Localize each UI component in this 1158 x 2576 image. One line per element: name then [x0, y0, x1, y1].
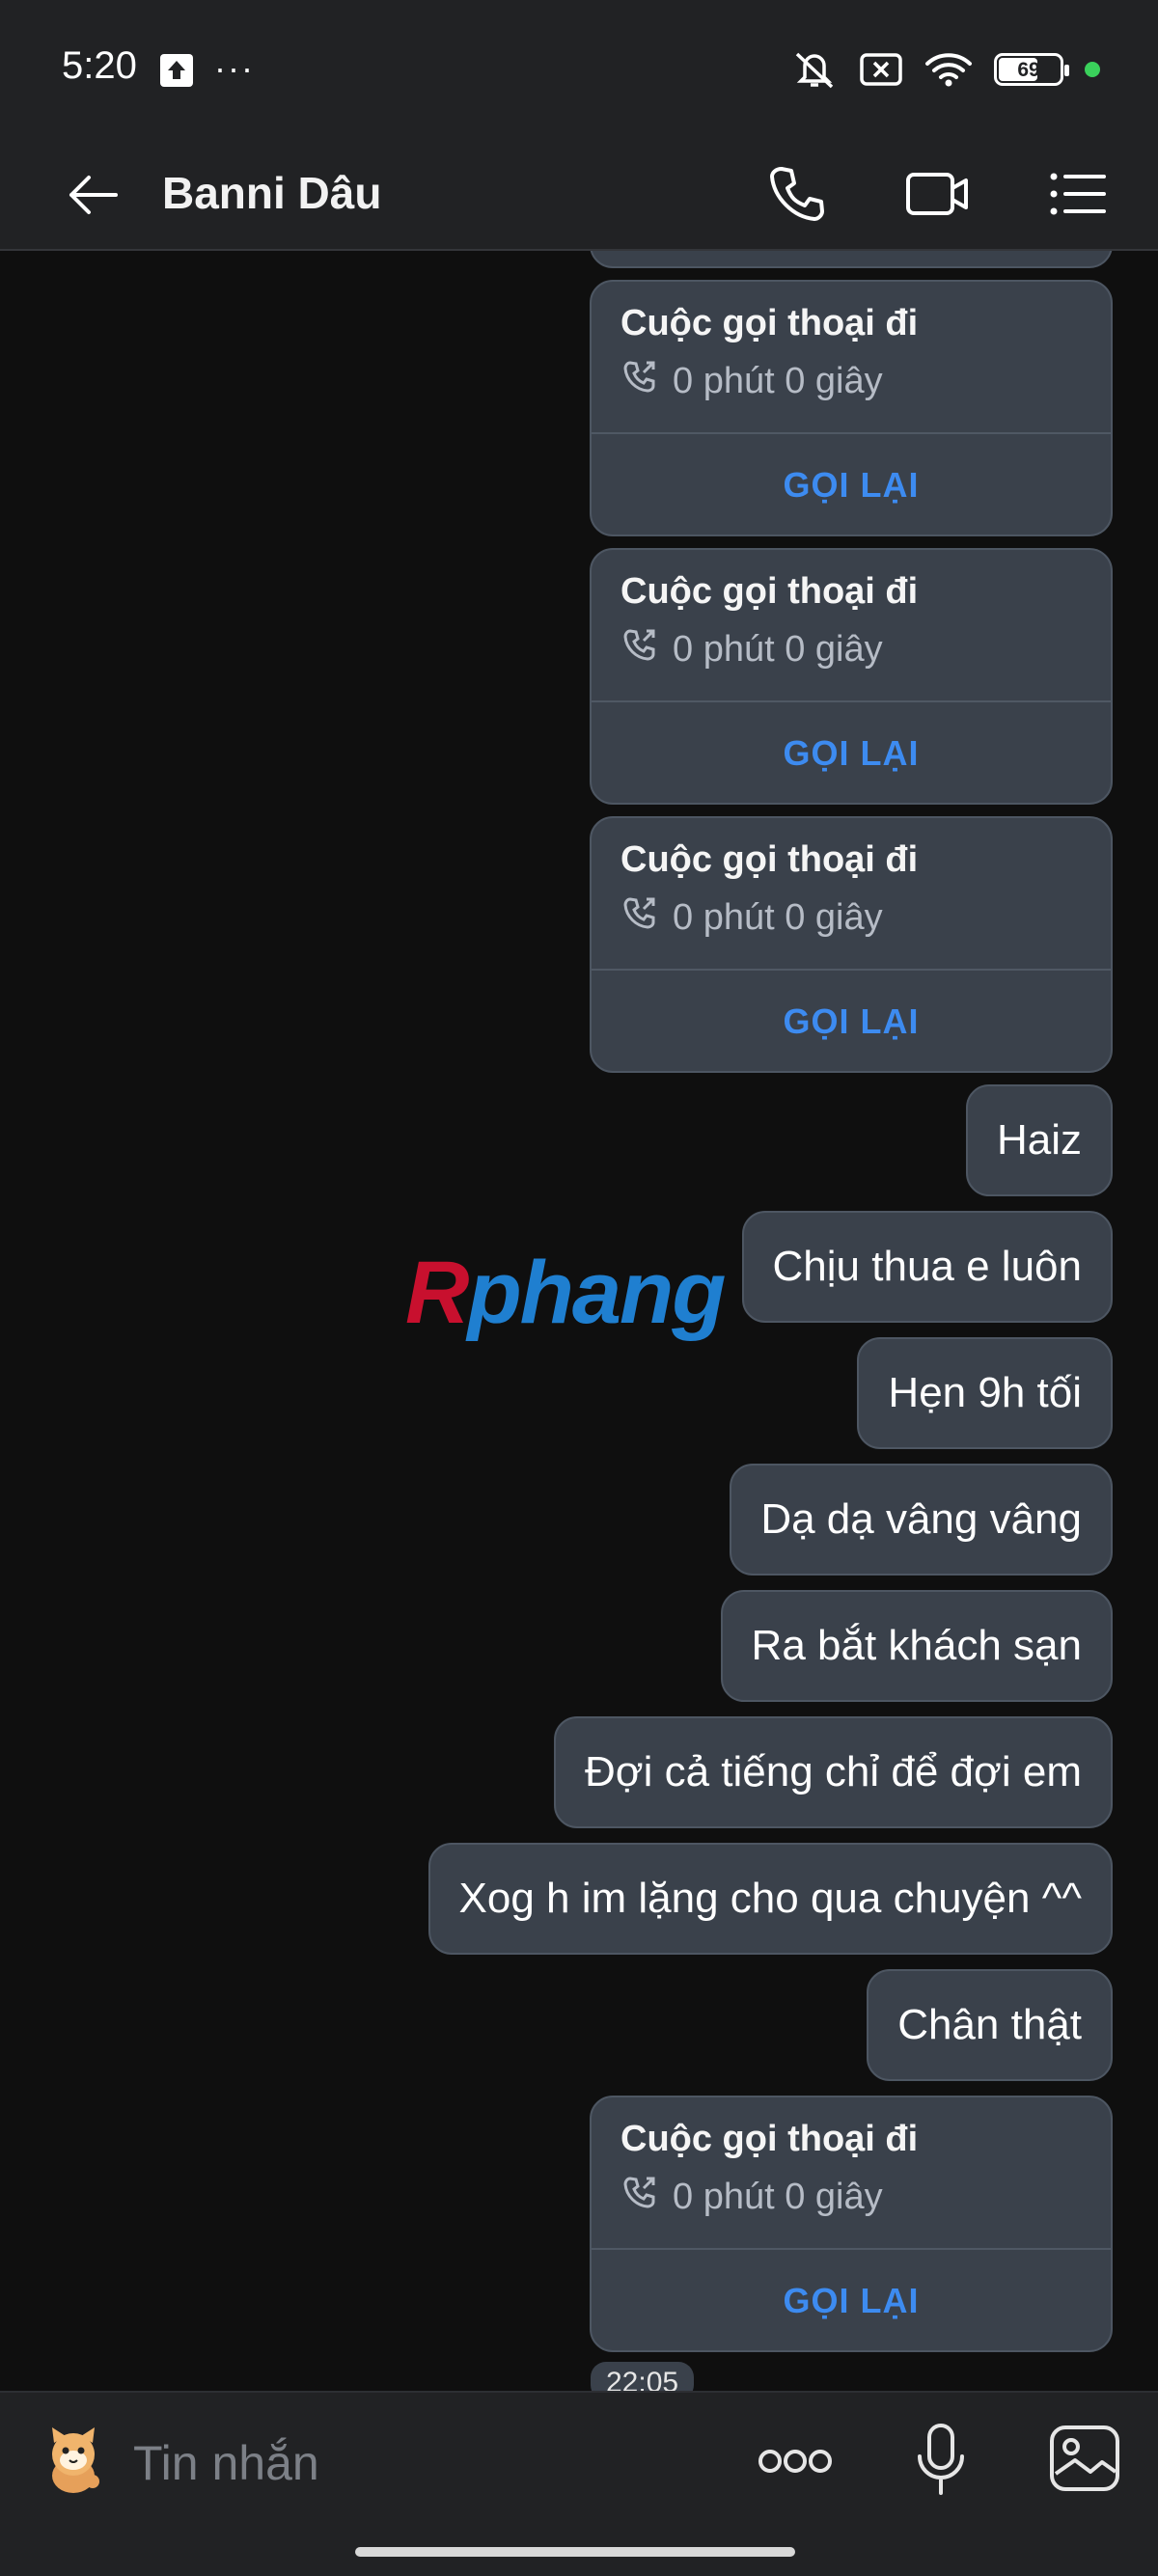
message-input[interactable]: Tin nhắn	[133, 2429, 319, 2497]
message-bubble[interactable]: Dạ dạ vâng vâng	[730, 1464, 1113, 1576]
message-input-bar: Tin nhắn	[0, 2391, 1158, 2576]
call-card-title: Cuộc gọi thoại đi	[620, 571, 919, 612]
sticker-icon[interactable]	[35, 2422, 112, 2499]
menu-list-icon[interactable]	[1042, 159, 1112, 229]
contact-name[interactable]: Banni Dâu	[162, 159, 381, 227]
message-bubble[interactable]: Chân thật	[867, 1969, 1113, 2081]
back-arrow-icon[interactable]	[60, 161, 127, 229]
call-back-button[interactable]: GỌI LẠI	[592, 971, 1111, 1073]
watermark-text: phang	[467, 1244, 726, 1342]
message-list[interactable]: Cuộc gọi thoại đi 0 phút 0 giây GỌI LẠI …	[0, 251, 1158, 2391]
call-card-duration-row: 0 phút 0 giây	[620, 893, 883, 942]
message-bubble[interactable]: Ra bắt khách sạn	[720, 1590, 1113, 1702]
call-card-duration: 0 phút 0 giây	[673, 2176, 883, 2217]
call-back-button[interactable]: GỌI LẠI	[592, 434, 1111, 536]
call-card-title: Cuộc gọi thoại đi	[620, 303, 919, 343]
call-card-title: Cuộc gọi thoại đi	[620, 839, 919, 880]
call-card-duration-row: 0 phút 0 giây	[620, 2173, 883, 2221]
watermark-letter-r: R	[405, 1244, 469, 1342]
message-bubble[interactable]: Chịu thua e luôn	[741, 1211, 1113, 1323]
vibrate-off-icon	[791, 48, 838, 91]
outgoing-call-icon	[620, 357, 659, 405]
call-card-duration-row: 0 phút 0 giây	[620, 625, 883, 673]
status-time: 5:20	[62, 44, 137, 87]
status-overflow: ···	[214, 48, 255, 88]
call-card: Cuộc gọi thoại đi 0 phút 0 giây GỌI LẠI	[590, 548, 1113, 805]
message-timestamp: 22:05	[591, 2362, 695, 2391]
call-card-duration: 0 phút 0 giây	[673, 360, 883, 401]
image-gallery-icon[interactable]	[1048, 2422, 1121, 2495]
status-bar: 5:20 ··· 69	[0, 0, 1158, 140]
home-indicator[interactable]	[355, 2547, 795, 2557]
message-bubble[interactable]: Xog h im lặng cho qua chuyện ^^	[427, 1843, 1113, 1955]
call-card: Cuộc gọi thoại đi 0 phút 0 giây GỌI LẠI	[590, 2096, 1113, 2352]
battery-percent: 69	[1017, 59, 1040, 81]
upload-notification-icon	[160, 54, 193, 87]
call-card-duration: 0 phút 0 giây	[673, 896, 883, 938]
outgoing-call-icon	[620, 625, 659, 673]
call-card: Cuộc gọi thoại đi 0 phút 0 giây GỌI LẠI	[590, 816, 1113, 1073]
call-card-title: Cuộc gọi thoại đi	[620, 2119, 919, 2159]
outgoing-call-icon	[620, 893, 659, 942]
privacy-indicator-dot	[1085, 62, 1100, 77]
call-card-duration-row: 0 phút 0 giây	[620, 357, 883, 405]
more-options-icon[interactable]	[755, 2427, 836, 2495]
message-bubble[interactable]: Hẹn 9h tối	[857, 1337, 1113, 1449]
call-card-duration: 0 phút 0 giây	[673, 628, 883, 670]
message-bubble[interactable]: Haiz	[965, 1084, 1113, 1196]
no-sim-icon	[859, 50, 903, 89]
wifi-icon	[924, 50, 973, 89]
chat-header: Banni Dâu	[0, 140, 1158, 251]
phone-icon[interactable]	[762, 159, 832, 229]
call-card-partial	[590, 251, 1113, 268]
battery-icon: 69	[994, 53, 1069, 86]
call-card: Cuộc gọi thoại đi 0 phút 0 giây GỌI LẠI	[590, 280, 1113, 536]
call-back-button[interactable]: GỌI LẠI	[592, 2250, 1111, 2352]
microphone-icon[interactable]	[911, 2420, 971, 2501]
message-bubble[interactable]: Đợi cả tiếng chỉ để đợi em	[553, 1716, 1113, 1828]
call-back-button[interactable]: GỌI LẠI	[592, 702, 1111, 805]
watermark-logo: Rphang	[405, 1243, 726, 1344]
status-icons: 69	[791, 48, 1100, 91]
outgoing-call-icon	[620, 2173, 659, 2221]
video-call-icon[interactable]	[902, 159, 972, 229]
